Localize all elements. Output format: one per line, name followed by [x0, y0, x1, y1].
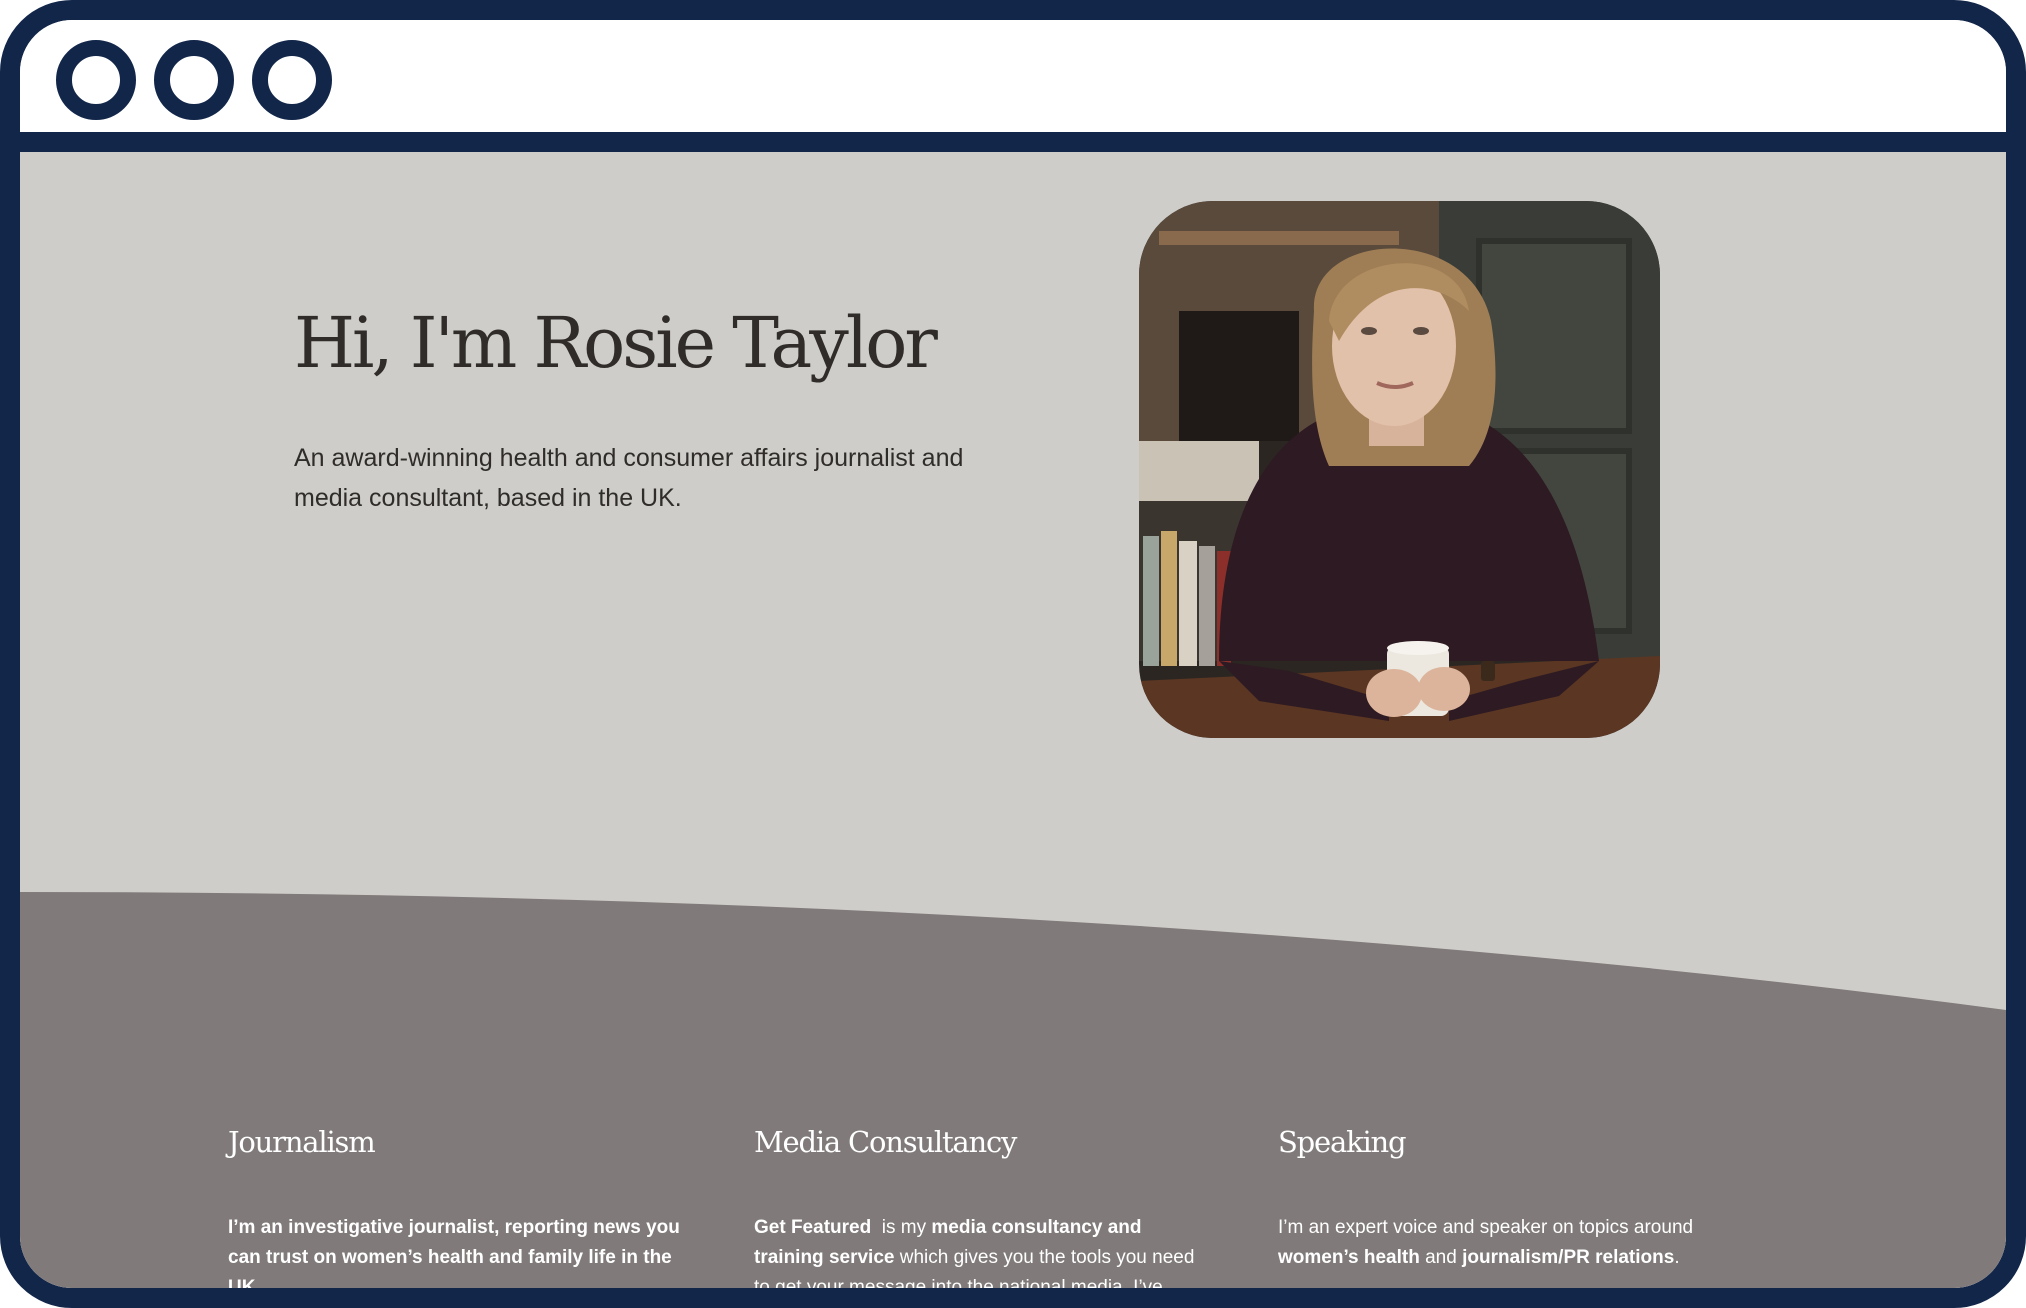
window-control-2[interactable]	[154, 40, 234, 120]
window-control-3[interactable]	[252, 40, 332, 120]
page-content: Hi, I'm Rosie Taylor An award-winning he…	[20, 152, 2006, 1288]
service-body-speaking: I’m an expert voice and speaker on topic…	[1278, 1213, 1738, 1273]
service-body-text: .	[1674, 1247, 1680, 1268]
service-body-text: women’s health	[1278, 1247, 1420, 1268]
service-body-journalism: I’m an investigative journalist, reporti…	[228, 1213, 688, 1288]
service-title-media-consultancy: Media Consultancy	[754, 1125, 1017, 1159]
service-body-text: Get Featured	[754, 1217, 872, 1238]
service-title-speaking: Speaking	[1278, 1125, 1407, 1159]
window-titlebar	[20, 20, 2006, 152]
service-title-journalism: Journalism	[228, 1125, 376, 1159]
service-body-text: is my	[871, 1217, 932, 1238]
page-title: Hi, I'm Rosie Taylor	[294, 302, 938, 384]
portrait-photo	[1139, 201, 1660, 738]
hero-subtitle: An award-winning health and consumer aff…	[294, 444, 964, 512]
service-body-text: I’m an expert voice and speaker on topic…	[1278, 1217, 1694, 1238]
window-control-1[interactable]	[56, 40, 136, 120]
service-body-media-consultancy: Get Featured is my media consultancy and…	[754, 1213, 1214, 1288]
service-body-text: and	[1419, 1247, 1463, 1268]
service-body-text: journalism/PR relations	[1462, 1247, 1675, 1268]
service-body-text: I’m an investigative journalist, reporti…	[228, 1217, 680, 1288]
browser-window-frame: Hi, I'm Rosie Taylor An award-winning he…	[0, 0, 2026, 1308]
